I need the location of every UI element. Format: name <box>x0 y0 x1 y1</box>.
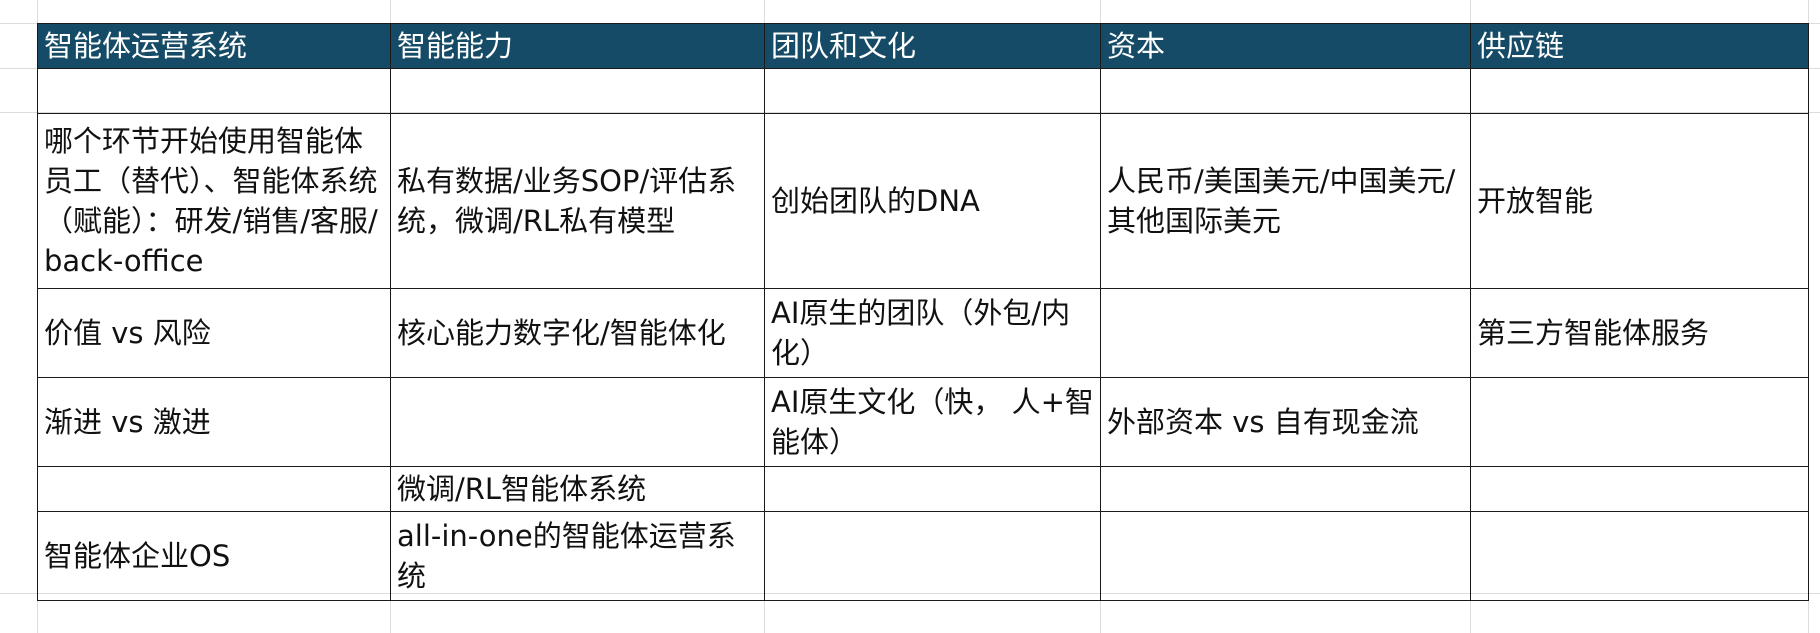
table-cell[interactable]: 价值 vs 风险 <box>37 288 391 378</box>
table-cell[interactable] <box>764 466 1101 512</box>
table-cell[interactable]: AI原生文化（快， 人+智能体） <box>764 377 1101 467</box>
table-cell[interactable]: 第三方智能体服务 <box>1470 288 1809 378</box>
table-cell[interactable]: 开放智能 <box>1470 113 1809 289</box>
table-cell[interactable]: 核心能力数字化/智能体化 <box>390 288 765 378</box>
table-cell[interactable] <box>1100 288 1471 378</box>
table-cell[interactable] <box>37 466 391 512</box>
header-cell-team-culture[interactable]: 团队和文化 <box>764 23 1101 69</box>
table-cell[interactable]: 哪个环节开始使用智能体员工（替代）、智能体系统（赋能）：研发/销售/客服/bac… <box>37 113 391 289</box>
table-cell[interactable] <box>37 68 391 114</box>
table-cell[interactable] <box>1470 68 1809 114</box>
table-cell[interactable]: 智能体企业OS <box>37 511 391 601</box>
table-cell[interactable] <box>764 511 1101 601</box>
table-cell[interactable]: AI原生的团队（外包/内化） <box>764 288 1101 378</box>
table-cell[interactable] <box>390 377 765 467</box>
table-cell[interactable] <box>1100 466 1471 512</box>
spreadsheet-table: 智能体运营系统 智能能力 团队和文化 资本 供应链 哪个环节开始使用智能体员工（… <box>37 23 1809 601</box>
table-row: 渐进 vs 激进 AI原生文化（快， 人+智能体） 外部资本 vs 自有现金流 <box>37 377 1809 467</box>
table-cell[interactable]: all-in-one的智能体运营系统 <box>390 511 765 601</box>
header-cell-agent-ops-system[interactable]: 智能体运营系统 <box>37 23 391 69</box>
table-row: 价值 vs 风险 核心能力数字化/智能体化 AI原生的团队（外包/内化） 第三方… <box>37 288 1809 378</box>
header-cell-supply-chain[interactable]: 供应链 <box>1470 23 1809 69</box>
table-cell[interactable]: 渐进 vs 激进 <box>37 377 391 467</box>
header-cell-intelligence-capability[interactable]: 智能能力 <box>390 23 765 69</box>
table-row: 智能体企业OS all-in-one的智能体运营系统 <box>37 511 1809 601</box>
table-cell[interactable] <box>1470 377 1809 467</box>
header-cell-capital[interactable]: 资本 <box>1100 23 1471 69</box>
table-cell[interactable] <box>390 68 765 114</box>
table-row <box>37 68 1809 114</box>
table-cell[interactable]: 微调/RL智能体系统 <box>390 466 765 512</box>
table-cell[interactable]: 外部资本 vs 自有现金流 <box>1100 377 1471 467</box>
table-row: 微调/RL智能体系统 <box>37 466 1809 512</box>
table-cell[interactable] <box>1100 511 1471 601</box>
table-row: 哪个环节开始使用智能体员工（替代）、智能体系统（赋能）：研发/销售/客服/bac… <box>37 113 1809 289</box>
table-cell[interactable] <box>1470 511 1809 601</box>
table-cell[interactable] <box>1470 466 1809 512</box>
table-cell[interactable]: 私有数据/业务SOP/评估系统，微调/RL私有模型 <box>390 113 765 289</box>
table-cell[interactable]: 人民币/美国美元/中国美元/其他国际美元 <box>1100 113 1471 289</box>
table-cell[interactable] <box>1100 68 1471 114</box>
table-cell[interactable] <box>764 68 1101 114</box>
table-cell[interactable]: 创始团队的DNA <box>764 113 1101 289</box>
header-row: 智能体运营系统 智能能力 团队和文化 资本 供应链 <box>37 23 1809 69</box>
